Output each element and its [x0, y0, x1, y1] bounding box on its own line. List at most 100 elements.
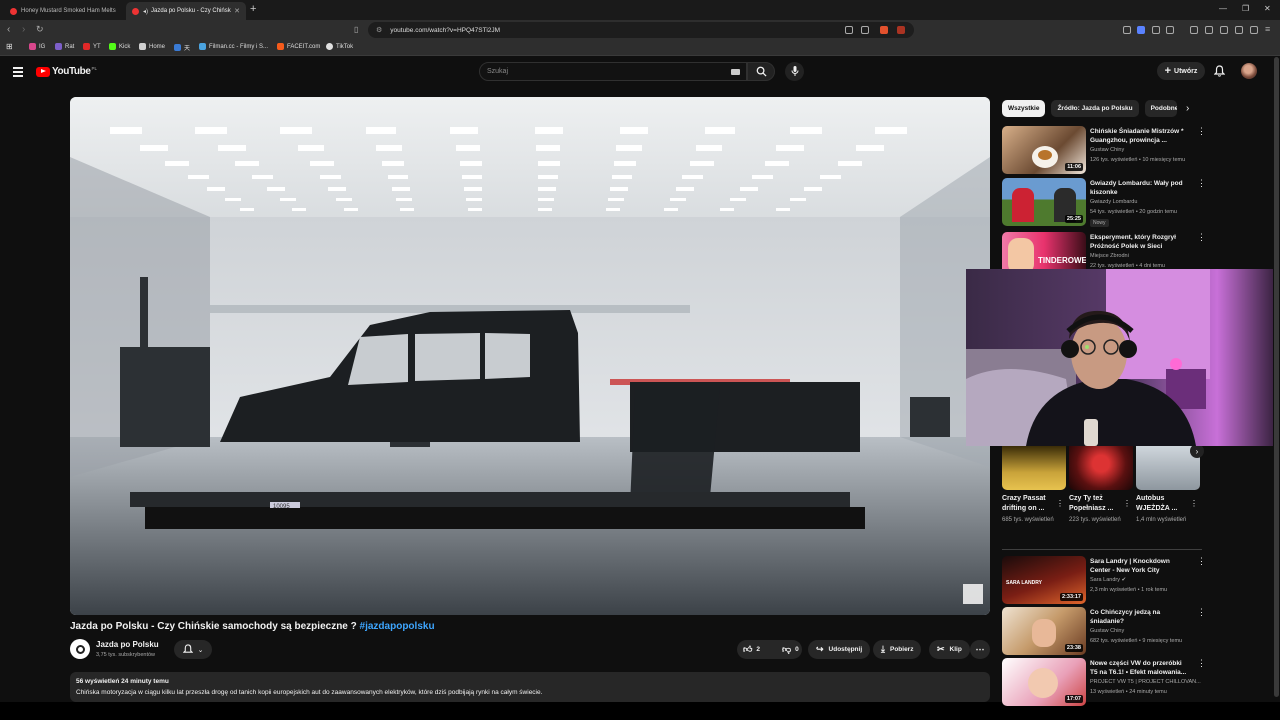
- chip-source[interactable]: Źródło: Jazda po Polsku: [1051, 100, 1139, 117]
- menu-icon[interactable]: ≡: [1265, 24, 1270, 35]
- more-vert-icon[interactable]: ⋮: [1123, 499, 1131, 508]
- vpn-icon[interactable]: [1250, 26, 1258, 34]
- speaker-icon: ◂): [143, 8, 149, 15]
- close-window-button[interactable]: ✕: [1264, 4, 1271, 13]
- leo-icon[interactable]: [1235, 26, 1243, 34]
- cast-icon[interactable]: [845, 26, 853, 34]
- back-icon[interactable]: ‹: [7, 24, 10, 35]
- short-thumbnail: [1069, 446, 1133, 490]
- close-tab-icon[interactable]: ✕: [234, 7, 240, 15]
- recommendation-title: Nowe części VW do przeróbki T5 na T6.1! …: [1090, 660, 1187, 676]
- video-player[interactable]: 10095: [70, 97, 990, 615]
- youtube-play-icon: [36, 66, 50, 77]
- search-input[interactable]: Szukaj: [479, 62, 747, 81]
- reload-icon[interactable]: ↻: [36, 24, 44, 35]
- bookmark-ten[interactable]: 天: [174, 43, 190, 52]
- dislike-button[interactable]: 👎︎ 0: [776, 640, 805, 659]
- short-item[interactable]: Crazy Passat drifting on ... 685 tys. wy…: [1002, 446, 1066, 525]
- site-info-icon[interactable]: ⚙: [376, 26, 382, 34]
- extension-icon[interactable]: [1137, 26, 1145, 34]
- extension-icon[interactable]: [1166, 26, 1174, 34]
- more-vert-icon[interactable]: ⋮: [1197, 557, 1206, 566]
- share-icon[interactable]: [861, 26, 869, 34]
- short-title: Autobus WJEŻDŻA ...: [1136, 495, 1178, 512]
- short-title: Czy Ty też Popełniasz ...: [1069, 495, 1114, 512]
- more-actions-button[interactable]: ⋯: [970, 640, 990, 659]
- filter-chips: Wszystkie Źródło: Jazda po Polsku Podobn…: [1002, 100, 1177, 117]
- like-button[interactable]: 👍︎ 2: [737, 640, 766, 659]
- channel-avatar[interactable]: [70, 639, 90, 659]
- bookmark-ig[interactable]: IG: [29, 43, 45, 50]
- youtube-favicon-icon: [132, 7, 139, 15]
- create-button[interactable]: + Utwórz: [1157, 62, 1205, 80]
- download-icon: ⤓: [881, 644, 885, 654]
- webcam-overlay: [966, 269, 1280, 446]
- recommendation-item[interactable]: 25:25 Gwiazdy Lombardu: Wały pod kiszonk…: [1002, 178, 1206, 228]
- recommendation-meta: 126 tys. wyświetleń • 10 miesięcy temu: [1090, 157, 1186, 163]
- media-icon[interactable]: [1190, 26, 1198, 34]
- channel-name[interactable]: Jazda po Polsku: [96, 640, 159, 649]
- recommendation-item[interactable]: 17:07 Nowe części VW do przeróbki T5 na …: [1002, 658, 1206, 708]
- maximize-button[interactable]: ❐: [1242, 4, 1249, 13]
- more-vert-icon[interactable]: ⋮: [1197, 608, 1206, 617]
- wallet-icon[interactable]: [1220, 26, 1228, 34]
- shorts-next-button[interactable]: ›: [1190, 444, 1204, 458]
- browser-tab[interactable]: Honey Mustard Smoked Ham Melts: [4, 2, 120, 20]
- bell-icon: [182, 644, 193, 653]
- bookmark-page-icon[interactable]: ▯: [354, 24, 358, 35]
- chip-all[interactable]: Wszystkie: [1002, 100, 1046, 117]
- more-vert-icon[interactable]: ⋮: [1197, 179, 1206, 188]
- notifications-bell-icon[interactable]: [1213, 65, 1226, 79]
- extension-icon[interactable]: [1152, 26, 1160, 34]
- bookmark-tiktok[interactable]: TikTok: [326, 43, 353, 50]
- download-button[interactable]: ⤓ Pobierz: [873, 640, 922, 659]
- brave-shield-icon[interactable]: [880, 26, 888, 34]
- recommendation-title: Sara Landry | Knockdown Center - New Yor…: [1090, 558, 1170, 574]
- bookmark-yt[interactable]: YT: [83, 43, 101, 50]
- more-vert-icon[interactable]: ⋮: [1197, 127, 1206, 136]
- sidebar-icon[interactable]: [1205, 26, 1213, 34]
- hamburger-menu-icon[interactable]: [13, 67, 23, 79]
- video-thumbnail: 23:38: [1002, 607, 1086, 655]
- bookmark-kick[interactable]: Kick: [109, 43, 130, 50]
- recommendation-channel: Gwiazdy Lombardu: [1090, 199, 1138, 205]
- more-vert-icon[interactable]: ⋮: [1190, 499, 1198, 508]
- bookmark-icon: [174, 44, 181, 51]
- chip-similar[interactable]: Podobne: [1144, 100, 1177, 117]
- share-button[interactable]: ↪ Udostępnij: [808, 640, 871, 659]
- keyboard-icon[interactable]: [731, 69, 740, 75]
- new-tab-button[interactable]: +: [250, 3, 256, 15]
- page-scrollbar[interactable]: [1273, 57, 1280, 702]
- kick-icon: [109, 43, 116, 50]
- subscription-bell-button[interactable]: ⌄: [174, 640, 212, 659]
- voice-search-button[interactable]: [785, 62, 804, 81]
- short-item[interactable]: Czy Ty też Popełniasz ... 223 tys. wyświ…: [1069, 446, 1133, 525]
- more-vert-icon[interactable]: ⋮: [1056, 499, 1064, 508]
- extension-icon[interactable]: [1123, 26, 1131, 34]
- rewards-icon[interactable]: [897, 26, 905, 34]
- address-bar[interactable]: ⚙ youtube.com/watch?v=HPQ47STi2JM: [368, 22, 914, 38]
- recommendation-item[interactable]: SARA LANDRY 2:33:17 Sara Landry | Knockd…: [1002, 556, 1206, 606]
- short-views: 685 tys. wyświetleń: [1002, 517, 1054, 523]
- description-box[interactable]: 56 wyświetleń 24 minuty temu Chińska mot…: [70, 672, 990, 702]
- browser-tab-active[interactable]: ◂) Jazda po Polsku - Czy Chińsk ✕: [126, 2, 246, 20]
- more-vert-icon[interactable]: ⋮: [1197, 659, 1206, 668]
- bookmark-faceit[interactable]: FACEIT.com: [277, 43, 320, 50]
- minimize-button[interactable]: —: [1219, 4, 1227, 13]
- search-button[interactable]: [747, 62, 775, 81]
- hashtag-link[interactable]: #jazdapopolsku: [360, 621, 435, 632]
- clip-button[interactable]: ✂ Klip: [929, 640, 970, 659]
- short-item[interactable]: Autobus WJEŻDŻA ... 1,4 mln wyświetleń ⋮: [1136, 446, 1200, 525]
- bookmark-home[interactable]: Home: [139, 43, 165, 50]
- recommendation-item[interactable]: 23:38 Co Chińczycy jedzą na śniadanie? G…: [1002, 607, 1206, 657]
- recommendation-item[interactable]: 11:06 Chińskie Śniadanie Mistrzów * Guan…: [1002, 126, 1206, 176]
- youtube-logo[interactable]: YouTube PL: [36, 66, 97, 77]
- apps-grid-icon[interactable]: ⊞: [6, 42, 13, 51]
- more-vert-icon[interactable]: ⋮: [1197, 233, 1206, 242]
- bookmark-rat[interactable]: Rat: [55, 43, 74, 50]
- bookmark-filman[interactable]: Filman.cc - Filmy i S...: [199, 43, 268, 50]
- forward-icon[interactable]: ›: [22, 24, 25, 35]
- webcam-image: [966, 269, 1280, 446]
- account-avatar[interactable]: [1241, 63, 1257, 79]
- chevron-right-icon[interactable]: ›: [1186, 103, 1189, 114]
